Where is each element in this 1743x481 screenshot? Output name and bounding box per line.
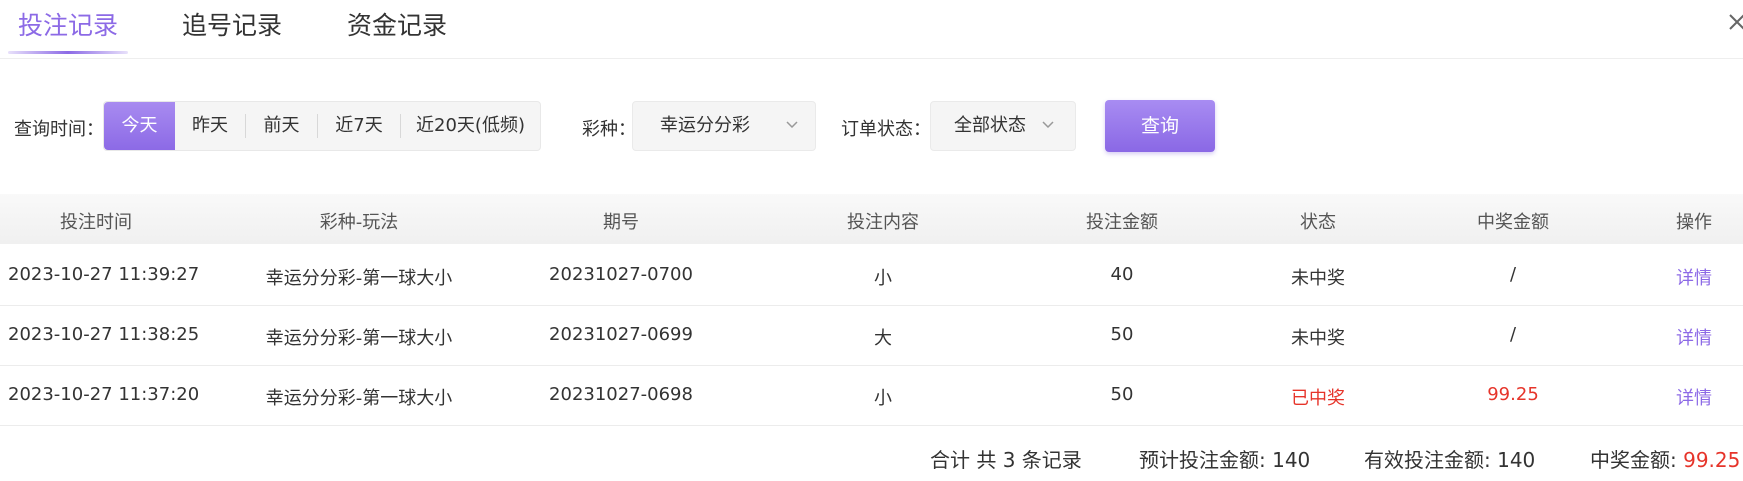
cell-bet-time: 2023-10-27 11:37:20 (8, 384, 200, 405)
order-status-label: 订单状态： (841, 119, 931, 140)
order-status-select[interactable]: 全部状态 (930, 101, 1076, 151)
column-header-prize: 中奖金额 (1477, 212, 1549, 233)
cell-period: 20231027-0698 (549, 384, 693, 405)
chevron-down-icon (786, 121, 798, 129)
active-tab-indicator (8, 51, 128, 54)
column-header-status: 状态 (1300, 212, 1336, 233)
query-button[interactable]: 查询 (1105, 100, 1215, 152)
cell-period: 20231027-0699 (549, 324, 693, 345)
cell-status: 未中奖 (1291, 268, 1345, 289)
effective-bet-amount: 有效投注金额: 140 (1364, 444, 1535, 473)
time-range-selector: 今天 昨天 前天 近7天 近20天(低频) (103, 101, 541, 151)
effective-bet-amount-value: 140 (1497, 448, 1536, 472)
cell-game: 幸运分分彩-第一球大小 (265, 388, 453, 409)
table-row: 2023-10-27 11:39:27 幸运分分彩-第一球大小 20231027… (0, 245, 1743, 306)
close-icon[interactable] (1726, 6, 1743, 38)
expected-bet-amount-value: 140 (1272, 448, 1311, 472)
cell-period: 20231027-0700 (549, 264, 693, 285)
table-header: 投注时间 彩种-玩法 期号 投注内容 投注金额 状态 中奖金额 操作 (0, 194, 1743, 244)
detail-link[interactable]: 详情 (1676, 264, 1712, 290)
detail-link[interactable]: 详情 (1676, 384, 1712, 410)
tab-chase-records[interactable]: 追号记录 (182, 6, 282, 42)
prize-amount-value: 99.25 (1683, 448, 1741, 472)
time-option-20-days[interactable]: 近20天(低频) (401, 102, 540, 150)
order-status-select-value: 全部状态 (954, 115, 1026, 136)
time-option-day-before[interactable]: 前天 (246, 102, 317, 150)
detail-link[interactable]: 详情 (1676, 324, 1712, 350)
cell-status: 未中奖 (1291, 328, 1345, 349)
tab-fund-records[interactable]: 资金记录 (347, 6, 447, 42)
time-option-yesterday[interactable]: 昨天 (175, 102, 245, 150)
table-row: 2023-10-27 11:38:25 幸运分分彩-第一球大小 20231027… (0, 305, 1743, 366)
prize-amount: 中奖金额: 99.25 (1590, 444, 1740, 473)
cell-amount: 40 (1110, 264, 1134, 285)
cell-bet-time: 2023-10-27 11:39:27 (8, 264, 200, 285)
expected-bet-amount-label: 预计投注金额: (1139, 448, 1266, 472)
lottery-select-value: 幸运分分彩 (660, 115, 750, 136)
column-header-amount: 投注金额 (1086, 212, 1158, 233)
column-header-content: 投注内容 (847, 212, 919, 233)
cell-game: 幸运分分彩-第一球大小 (265, 328, 453, 349)
chevron-down-icon (1042, 121, 1054, 129)
cell-content: 小 (874, 268, 892, 289)
column-header-game: 彩种-玩法 (319, 212, 399, 233)
cell-prize: / (1509, 264, 1517, 285)
cell-status: 已中奖 (1291, 388, 1345, 409)
cell-amount: 50 (1110, 384, 1134, 405)
cell-prize: 99.25 (1487, 384, 1539, 405)
record-tabs: 投注记录 追号记录 资金记录 (0, 0, 1743, 59)
cell-prize: / (1509, 324, 1517, 345)
tab-bet-records[interactable]: 投注记录 (18, 6, 118, 42)
query-time-label: 查询时间： (14, 119, 104, 140)
table-row: 2023-10-27 11:37:20 幸运分分彩-第一球大小 20231027… (0, 365, 1743, 426)
cell-content: 小 (874, 388, 892, 409)
time-option-7-days[interactable]: 近7天 (318, 102, 400, 150)
column-header-action: 操作 (1676, 212, 1712, 233)
lottery-select[interactable]: 幸运分分彩 (632, 101, 816, 151)
time-option-today[interactable]: 今天 (104, 102, 175, 150)
cell-amount: 50 (1110, 324, 1134, 345)
column-header-bet-time: 投注时间 (60, 212, 132, 233)
column-header-period: 期号 (603, 212, 639, 233)
lottery-label: 彩种： (582, 119, 636, 140)
expected-bet-amount: 预计投注金额: 140 (1139, 444, 1310, 473)
total-records: 合计 共 3 条记录 (930, 448, 1082, 472)
effective-bet-amount-label: 有效投注金额: (1364, 448, 1491, 472)
prize-amount-label: 中奖金额: (1590, 448, 1677, 472)
cell-bet-time: 2023-10-27 11:38:25 (8, 324, 200, 345)
cell-content: 大 (874, 328, 892, 349)
cell-game: 幸运分分彩-第一球大小 (265, 268, 453, 289)
